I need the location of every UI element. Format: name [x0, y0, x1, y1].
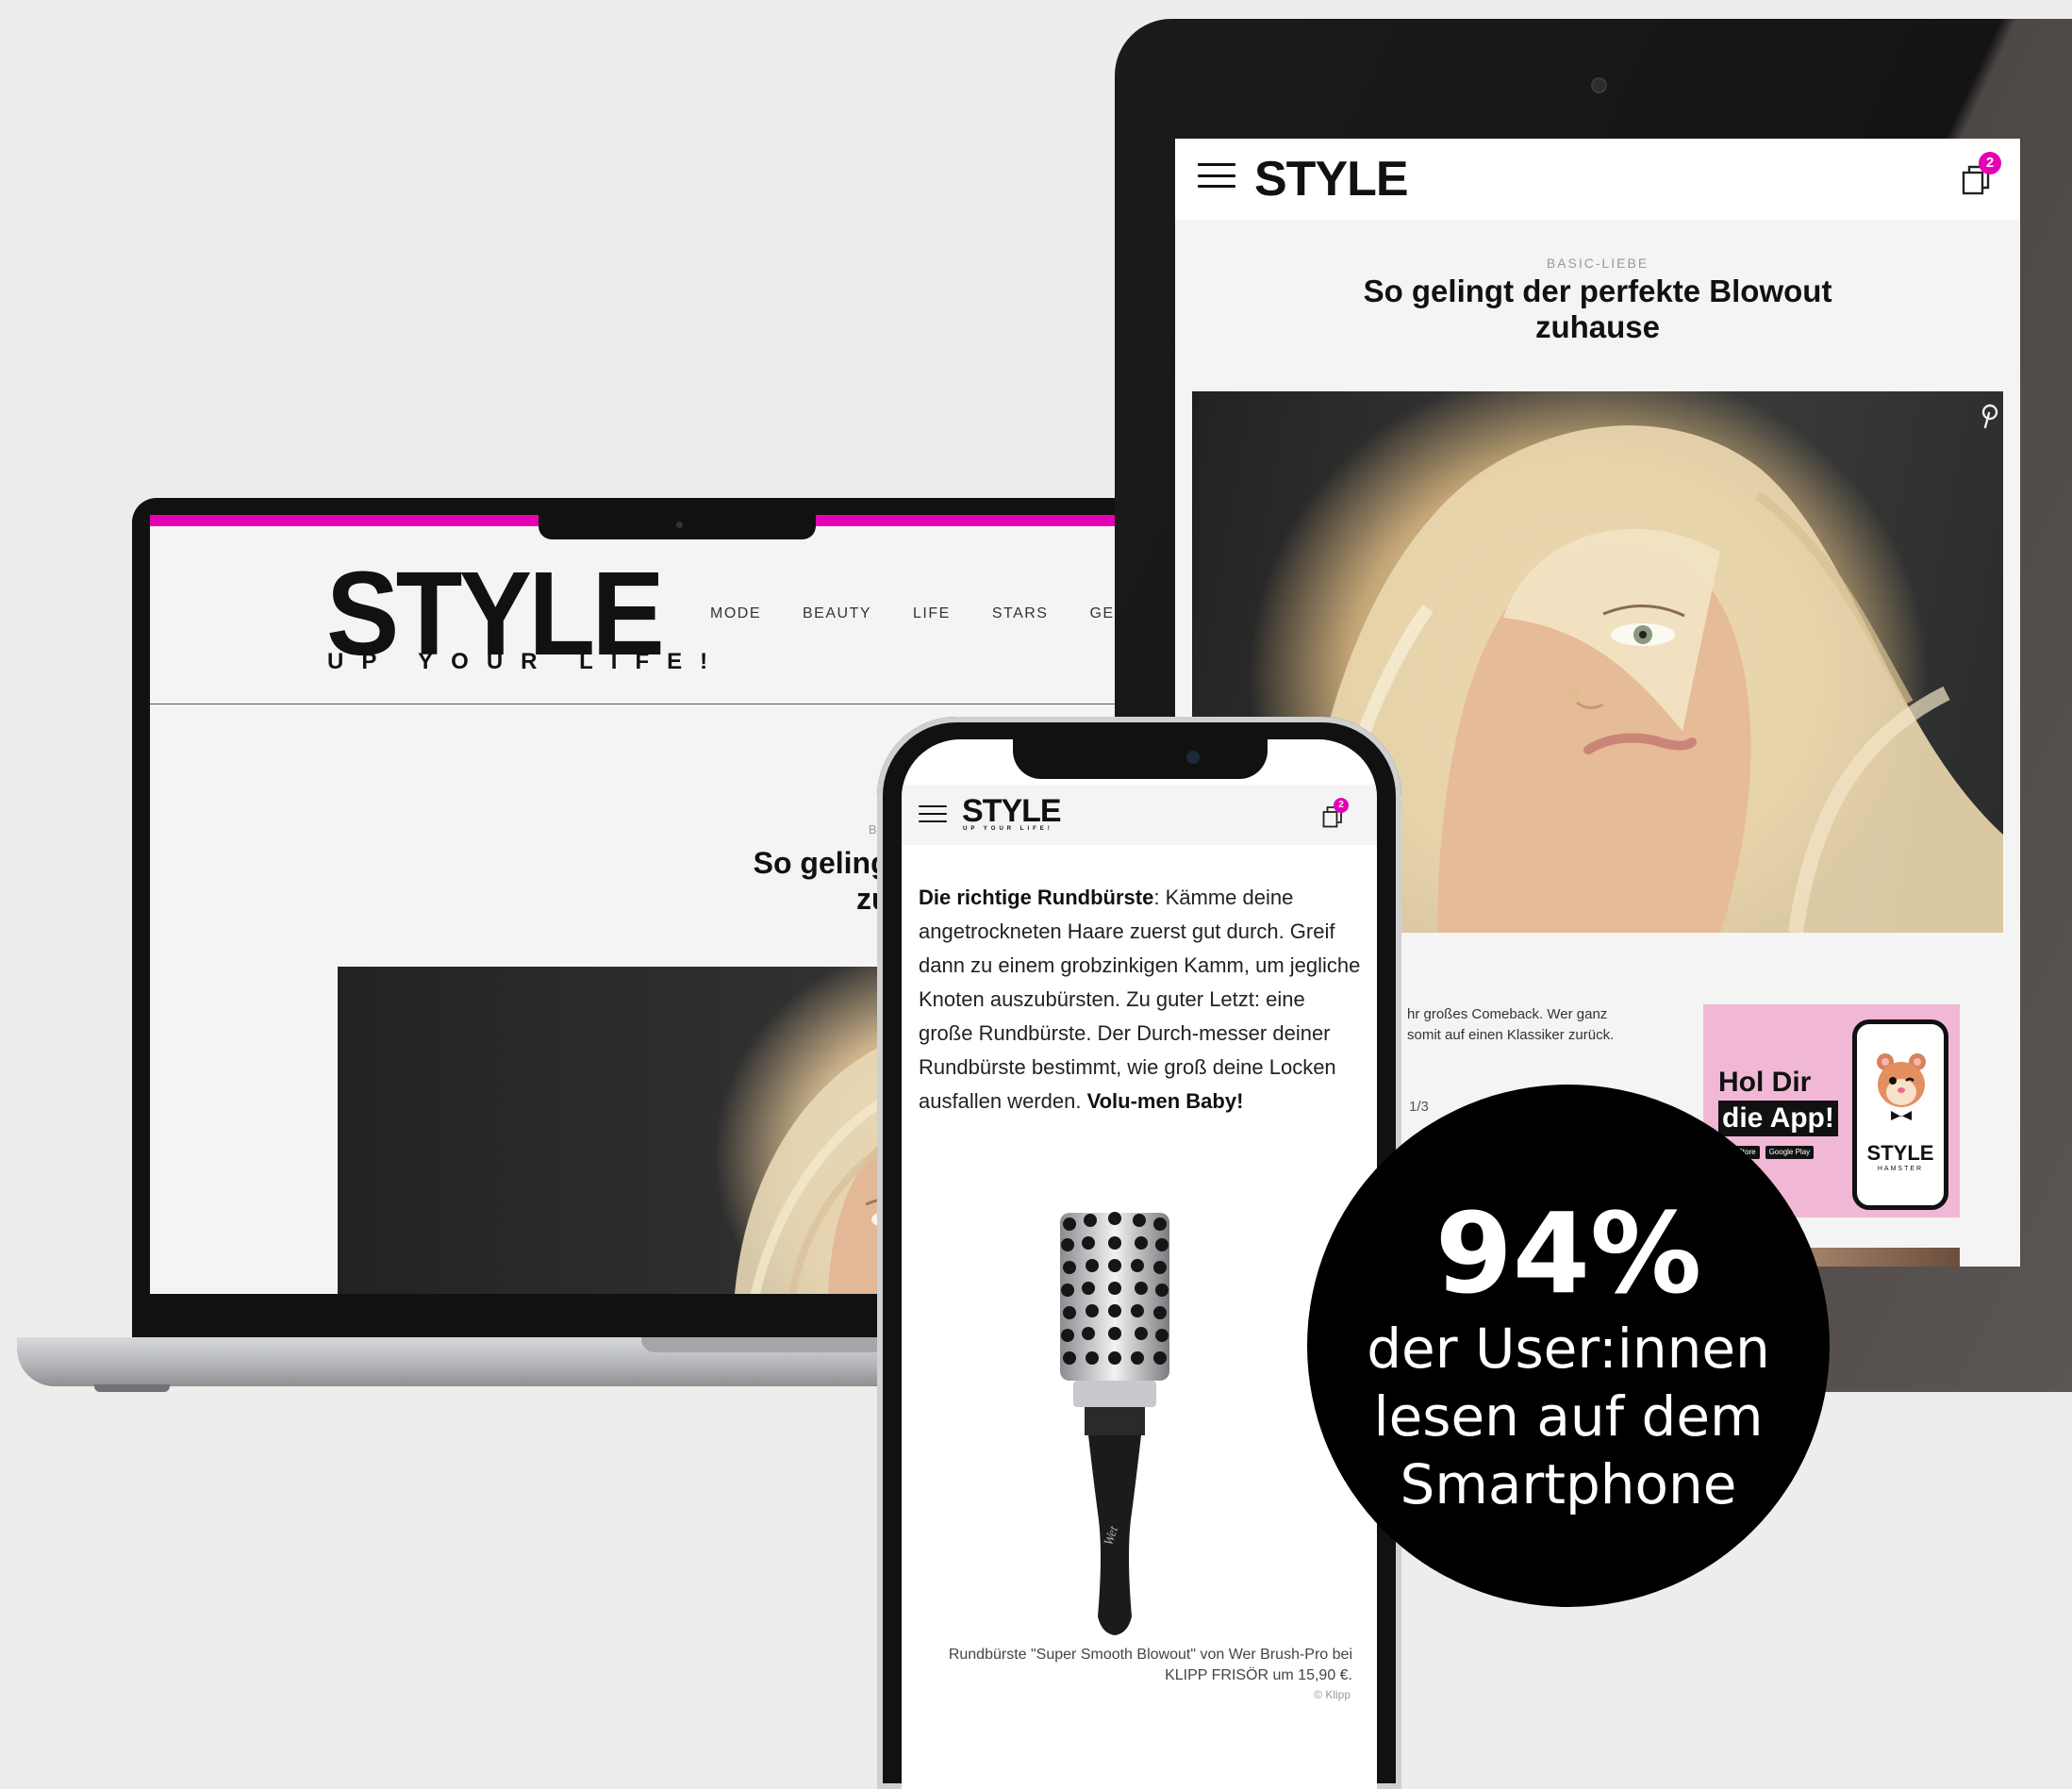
- paragraph-emphasis: Volu-men Baby!: [1086, 1089, 1244, 1113]
- nav-item-life[interactable]: LIFE: [913, 605, 951, 622]
- paragraph-text: : Kämme deine angetrockneten Haare zuers…: [919, 886, 1361, 1113]
- article-kicker: BASIC-LIEBE: [1546, 256, 1649, 271]
- hamster-mascot-icon: [1877, 1053, 1926, 1120]
- cart-count-badge: 2: [1334, 798, 1349, 813]
- phone-camera-icon: [1186, 751, 1200, 764]
- ad-headline-1: Hol Dir: [1718, 1067, 1812, 1098]
- site-tagline: UP YOUR LIFE!: [963, 826, 1053, 832]
- article-snippet: hr großes Comeback. Wer ganz somit auf e…: [1407, 1004, 1690, 1046]
- laptop-camera-icon: [676, 522, 683, 528]
- snippet-line: hr großes Comeback. Wer ganz: [1407, 1006, 1608, 1022]
- ad-app-logo: STYLE: [1866, 1141, 1934, 1165]
- article-paragraph: Die richtige Rundbürste: Kämme deine ang…: [919, 881, 1362, 1118]
- nav-item-stars[interactable]: STARS: [992, 605, 1049, 622]
- image-credit: © Klipp: [1314, 1688, 1351, 1701]
- laptop-foot: [94, 1384, 170, 1392]
- nav-item-mode[interactable]: MODE: [710, 605, 761, 622]
- ad-phone-mockup: STYLE HAMSTER: [1852, 1019, 1948, 1210]
- site-tagline: UP YOUR LIFE!: [327, 649, 726, 674]
- ad-app-sublabel: HAMSTER: [1877, 1166, 1924, 1172]
- phone-screen: STYLE UP YOUR LIFE! 2 Die richtige Rundb…: [902, 739, 1377, 1789]
- main-nav: MODE BEAUTY LIFE STARS GEW: [710, 605, 1130, 622]
- site-logo[interactable]: STYLE: [1254, 146, 1409, 212]
- title-line: zuhause: [1534, 309, 1661, 344]
- round-brush-product-image: Wet: [1060, 1212, 1169, 1635]
- tablet-camera-icon: [1591, 77, 1607, 93]
- slide-counter: 1/3: [1409, 1099, 1429, 1115]
- title-line: So gelingt der perfekte Blowout: [1363, 273, 1832, 308]
- site-logo[interactable]: STYLE: [962, 794, 1062, 828]
- cart-count-badge: 2: [1979, 152, 2001, 174]
- stat-line: lesen auf dem: [1373, 1384, 1764, 1449]
- stat-line: der User:innen: [1367, 1317, 1770, 1381]
- nav-item-beauty[interactable]: BEAUTY: [803, 605, 871, 622]
- ad-headline-2: die App!: [1718, 1101, 1838, 1136]
- google-play-badge[interactable]: Google Play: [1765, 1146, 1815, 1159]
- image-caption: Rundbürste "Super Smooth Blowout" von We…: [915, 1645, 1352, 1686]
- pinterest-icon[interactable]: [1977, 403, 2003, 429]
- laptop-lid-groove: [641, 1337, 887, 1352]
- paragraph-lead: Die richtige Rundbürste: [919, 886, 1154, 909]
- stat-value: 94%: [1434, 1188, 1702, 1318]
- menu-icon[interactable]: [1198, 163, 1235, 188]
- phone-notch: [1013, 739, 1268, 779]
- stat-description: der User:innen lesen auf dem Smartphone: [1364, 1315, 1773, 1518]
- stat-line: Smartphone: [1400, 1452, 1737, 1516]
- caption-line: Rundbürste "Super Smooth Blowout" von We…: [948, 1647, 1352, 1663]
- article-title: So gelingt der perfekte Blowout zuhause: [1279, 273, 1916, 345]
- menu-icon[interactable]: [919, 805, 947, 822]
- caption-line: KLIPP FRISÖR um 15,90 €.: [1165, 1667, 1352, 1683]
- snippet-line: somit auf einen Klassiker zurück.: [1407, 1027, 1615, 1043]
- stat-circle: 94% der User:innen lesen auf dem Smartph…: [1307, 1085, 1830, 1607]
